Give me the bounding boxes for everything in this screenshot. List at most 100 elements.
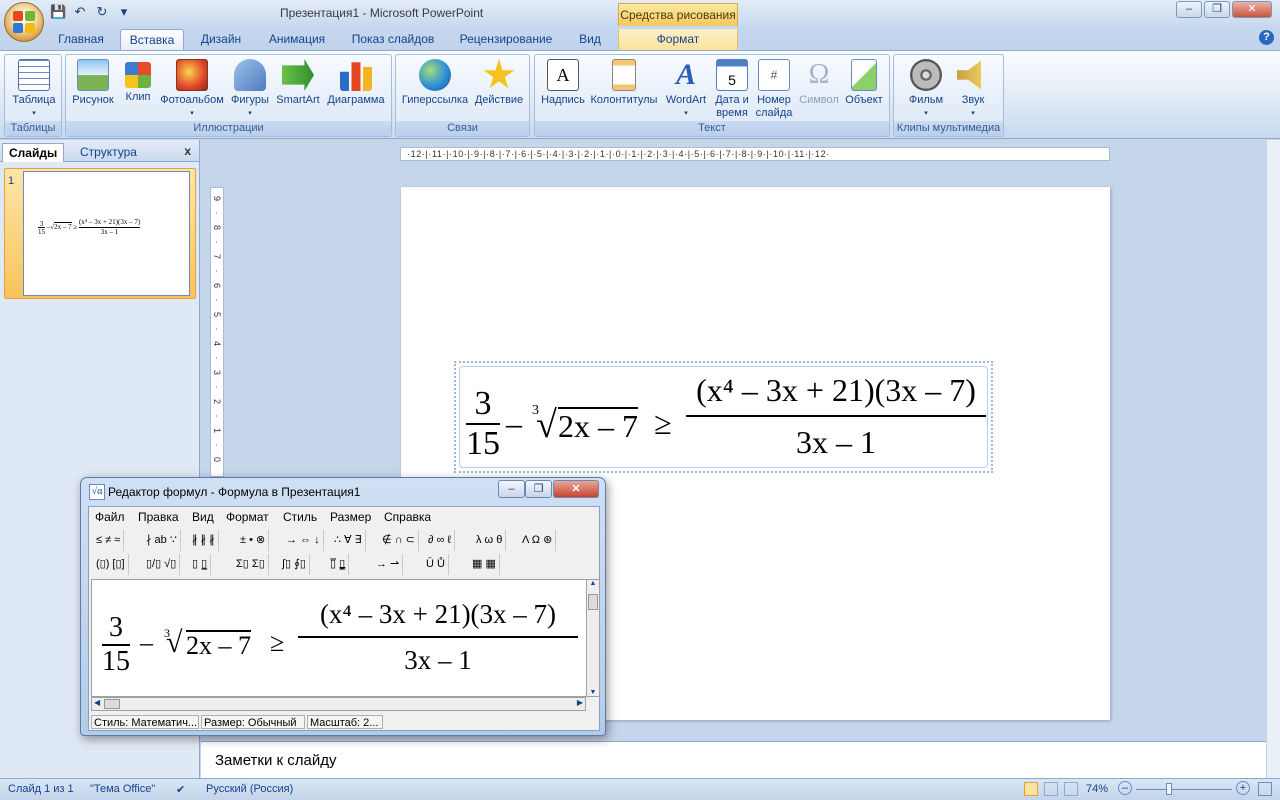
menu-size[interactable]: Размер bbox=[330, 510, 371, 524]
toolbar-greek-upper[interactable]: Λ Ω ⊛ bbox=[519, 530, 557, 551]
menu-file[interactable]: Файл bbox=[95, 510, 125, 524]
scroll-right-icon[interactable]: ▶ bbox=[577, 698, 583, 707]
table-button[interactable]: Таблица ▾ bbox=[8, 57, 60, 120]
toolbar-matrices[interactable]: ▦ ▦ bbox=[469, 554, 500, 575]
object-icon bbox=[851, 59, 877, 91]
symbol-button[interactable]: Ω Символ bbox=[797, 57, 841, 107]
toolbar-fences[interactable]: (▯) [▯] bbox=[93, 554, 129, 575]
toolbar-misc[interactable]: ∂ ∞ ℓ bbox=[425, 530, 455, 551]
dialog-minimize-button[interactable]: – bbox=[498, 480, 525, 498]
slide-number-button[interactable]: # Номер слайда bbox=[753, 57, 795, 120]
normal-view-icon[interactable] bbox=[1024, 782, 1038, 796]
date-time-button[interactable]: 5 Дата и время bbox=[713, 57, 751, 120]
toolbar-logic[interactable]: ∴ ∀ ∃ bbox=[331, 530, 366, 551]
status-language[interactable]: Русский (Россия) bbox=[206, 783, 293, 795]
menu-view[interactable]: Вид bbox=[192, 510, 214, 524]
menu-format[interactable]: Формат bbox=[226, 510, 269, 524]
minimize-button[interactable]: – bbox=[1176, 1, 1202, 18]
toolbar-embellishments[interactable]: ∦ ∦ ∦ bbox=[189, 530, 219, 551]
shapes-button[interactable]: Фигуры ▾ bbox=[228, 57, 272, 120]
wordart-button[interactable]: A WordArt ▾ bbox=[661, 57, 711, 120]
status-size: Размер: Обычный bbox=[201, 715, 305, 729]
dialog-close-button[interactable]: ✕ bbox=[553, 480, 599, 498]
scroll-down-icon[interactable]: ▼ bbox=[587, 689, 599, 696]
smartart-button[interactable]: SmartArt bbox=[274, 57, 322, 107]
tab-animation[interactable]: Анимация bbox=[260, 29, 334, 50]
sound-button[interactable]: Звук ▾ bbox=[950, 57, 996, 120]
toolbar-spaces[interactable]: ∤ ab ∵ bbox=[143, 530, 181, 551]
tab-slideshow[interactable]: Показ слайдов bbox=[344, 29, 442, 50]
slide-thumbnail[interactable]: 3 15 –√2x – 7 ≥ (x⁴ – 3x + 21)(3x – 7) 3x … bbox=[23, 171, 190, 296]
chart-button[interactable]: Диаграмма bbox=[324, 57, 388, 107]
object-button[interactable]: Объект bbox=[841, 57, 887, 107]
menu-edit[interactable]: Правка bbox=[138, 510, 179, 524]
tab-format[interactable]: Формат bbox=[618, 29, 738, 50]
toolbar-products[interactable]: Ū Ů bbox=[423, 554, 449, 575]
zoom-slider-track[interactable] bbox=[1136, 789, 1232, 790]
zoom-out-icon[interactable]: – bbox=[1118, 781, 1132, 795]
scroll-left-icon[interactable]: ◀ bbox=[94, 698, 100, 707]
scroll-up-icon[interactable]: ▲ bbox=[587, 580, 599, 587]
group-text: A Надпись Колонтитулы A WordArt ▾ 5 Дата … bbox=[534, 54, 890, 137]
tab-slides[interactable]: Слайды bbox=[2, 143, 65, 162]
textbox-button[interactable]: A Надпись bbox=[539, 57, 587, 107]
restore-button[interactable]: ❐ bbox=[1204, 1, 1230, 18]
formula-object[interactable]: 3 15 – 3 √ 2x – 7 ≥ (x⁴ – 3x + 21)(3x – … bbox=[454, 361, 993, 473]
close-pane-icon[interactable]: x bbox=[184, 144, 191, 158]
status-zoom-level[interactable]: 74% bbox=[1086, 783, 1108, 795]
tab-design[interactable]: Дизайн bbox=[192, 29, 250, 50]
equation-vscroll-thumb[interactable] bbox=[588, 594, 598, 610]
menu-help[interactable]: Справка bbox=[384, 510, 431, 524]
tab-outline[interactable]: Структура bbox=[74, 143, 143, 162]
slide-sorter-view-icon[interactable] bbox=[1044, 782, 1058, 796]
redo-icon[interactable]: ↻ bbox=[94, 4, 110, 20]
photo-album-button[interactable]: Фотоальбом ▾ bbox=[158, 57, 226, 120]
tab-insert[interactable]: Вставка bbox=[120, 29, 184, 50]
tab-home[interactable]: Главная bbox=[52, 29, 110, 50]
notes-pane[interactable]: Заметки к слайду bbox=[201, 741, 1266, 778]
clip-button[interactable]: Клип bbox=[120, 57, 156, 104]
header-footer-button[interactable]: Колонтитулы bbox=[589, 57, 659, 107]
close-button[interactable]: ✕ bbox=[1232, 1, 1272, 18]
undo-icon[interactable]: ↶ bbox=[72, 4, 88, 20]
toolbar-operators[interactable]: ± • ⊗ bbox=[237, 530, 270, 551]
equation-editing-canvas[interactable]: 3 15 – 3 √ 2x – 7 ≥ (x⁴ – 3x + 21)(3x – … bbox=[91, 579, 586, 697]
toolbar-labeled-arrows[interactable]: → ⇀ bbox=[373, 554, 404, 575]
toolbar-sets[interactable]: ∉ ∩ ⊂ bbox=[379, 530, 419, 551]
globe-icon bbox=[419, 59, 451, 91]
toolbar-summations[interactable]: Σ▯ Σ▯ bbox=[233, 554, 269, 575]
menu-style[interactable]: Стиль bbox=[283, 510, 317, 524]
vertical-scrollbar[interactable] bbox=[1266, 140, 1280, 778]
toolbar-bars[interactable]: ▯̅ ▯̳ bbox=[327, 554, 350, 575]
office-button[interactable] bbox=[4, 2, 44, 42]
zoom-in-icon[interactable]: + bbox=[1236, 781, 1250, 795]
toolbar-arrows[interactable]: → ⇔ ↓ bbox=[283, 530, 324, 551]
dialog-maximize-button[interactable]: ❐ bbox=[525, 480, 552, 498]
action-button[interactable]: Действие bbox=[472, 57, 526, 107]
equation-hscroll-thumb[interactable] bbox=[104, 699, 120, 709]
customize-qat-icon[interactable]: ▾ bbox=[116, 4, 132, 20]
editor-big-num: (x⁴ – 3x + 21)(3x – 7) bbox=[319, 599, 557, 629]
tab-review[interactable]: Рецензирование bbox=[452, 29, 560, 50]
toolbar-integrals[interactable]: ∫▯ ∮▯ bbox=[279, 554, 310, 575]
help-icon[interactable]: ? bbox=[1259, 30, 1274, 45]
zoom-slider-thumb[interactable] bbox=[1166, 783, 1172, 795]
formula-small-fraction: 3 15 bbox=[466, 385, 500, 463]
equation-editor-body: Файл Правка Вид Формат Стиль Размер Спра… bbox=[88, 506, 600, 731]
toolbar-greek-lower[interactable]: λ ω θ bbox=[473, 530, 507, 551]
save-icon[interactable]: 💾 bbox=[50, 4, 66, 20]
hyperlink-button[interactable]: Гиперссылка bbox=[399, 57, 471, 107]
toolbar-scripts[interactable]: ▯ ▯̲ bbox=[189, 554, 212, 575]
movie-button[interactable]: Фильм ▾ bbox=[900, 57, 952, 120]
equation-editor-window: √α Редактор формул - Формула в Презентац… bbox=[80, 477, 606, 736]
equation-horizontal-scrollbar[interactable]: ◀ ▶ bbox=[91, 697, 586, 711]
spellcheck-icon[interactable]: ✔ bbox=[176, 783, 185, 796]
toolbar-fractions-radicals[interactable]: ▯/▯ √▯ bbox=[143, 554, 181, 575]
date-time-label-1: Дата и bbox=[715, 94, 749, 106]
tab-view[interactable]: Вид bbox=[570, 29, 610, 50]
equation-vertical-scrollbar[interactable]: ▲ ▼ bbox=[586, 579, 600, 697]
slideshow-view-icon[interactable] bbox=[1064, 782, 1078, 796]
picture-button[interactable]: Рисунок bbox=[68, 57, 118, 107]
toolbar-relations[interactable]: ≤ ≠ ≈ bbox=[93, 530, 125, 551]
fit-to-window-icon[interactable] bbox=[1258, 782, 1272, 796]
